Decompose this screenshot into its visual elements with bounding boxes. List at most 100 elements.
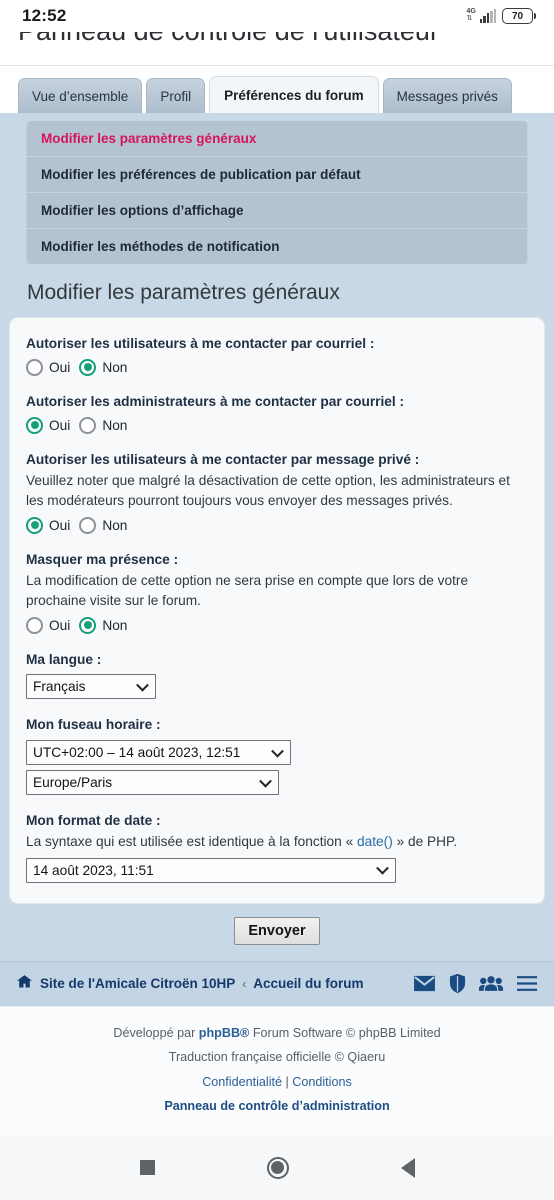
- radio-icon-non[interactable]: [79, 516, 97, 534]
- chevron-down-icon: [136, 678, 149, 692]
- hamburger-menu-icon[interactable]: [516, 975, 538, 992]
- date-desc-before: La syntaxe qui est utilisée est identiqu…: [26, 834, 357, 850]
- page-title-bar: Panneau de contrôle de l'utilisateur: [0, 32, 554, 66]
- field-label: Autoriser les utilisateurs à me contacte…: [26, 451, 420, 467]
- footer-credits: Développé par phpBB® Forum Software © ph…: [0, 1005, 554, 1135]
- android-navigation-bar: [0, 1135, 554, 1200]
- date-format-select[interactable]: 14 août 2023, 11:51: [26, 857, 396, 883]
- field-description: La modification de cette option ne sera …: [26, 572, 469, 609]
- tab-profile[interactable]: Profil: [146, 78, 206, 113]
- date-desc-after: » de PHP.: [392, 834, 458, 850]
- back-triangle-button[interactable]: [400, 1157, 415, 1178]
- radio-icon-oui[interactable]: [26, 616, 43, 634]
- radio-option-non[interactable]: Non: [79, 516, 127, 534]
- field-label: Autoriser les utilisateurs à me contacte…: [26, 336, 375, 351]
- radio-option-non[interactable]: Non: [79, 616, 128, 634]
- tab-overview[interactable]: Vue d’ensemble: [18, 78, 143, 113]
- radio-icon-non[interactable]: [79, 358, 97, 376]
- home-icon[interactable]: [16, 973, 33, 995]
- radio-option-oui[interactable]: Oui: [26, 416, 70, 434]
- submit-row: Envoyer: [0, 903, 554, 961]
- submenu-item-notification-methods[interactable]: Modifier les méthodes de notification: [27, 229, 527, 264]
- field-hide-presence: Masquer ma présence : La modification de…: [26, 550, 528, 634]
- radio-label-non: Non: [102, 359, 128, 375]
- radio-icon-non[interactable]: [79, 416, 97, 434]
- breadcrumb: Site de l'Amicale Citroën 10HP ‹ Accueil…: [16, 973, 413, 995]
- terms-link[interactable]: Conditions: [292, 1075, 352, 1089]
- footer-line-acp: Panneau de contrôle d’administration: [0, 1094, 554, 1119]
- field-label: Mon fuseau horaire :: [26, 717, 161, 733]
- signal-strength-icon: 4G ⇅: [466, 8, 496, 23]
- field-label: Ma langue :: [26, 651, 102, 667]
- privacy-link[interactable]: Confidentialité: [202, 1075, 282, 1089]
- submit-button[interactable]: Envoyer: [234, 916, 320, 945]
- field-timezone: Mon fuseau horaire : UTC+02:00 – 14 août…: [26, 715, 528, 796]
- field-description: Veuillez noter que malgré la désactivati…: [26, 472, 510, 509]
- language-select[interactable]: Français: [26, 674, 156, 700]
- network-type-label: 4G: [466, 8, 476, 15]
- footer-phpbb-brand[interactable]: phpBB®: [199, 1026, 250, 1040]
- breadcrumb-site-link[interactable]: Site de l'Amicale Citroën 10HP: [40, 976, 235, 991]
- chevron-down-icon: [271, 744, 284, 758]
- radio-label-non: Non: [102, 417, 128, 433]
- php-date-function-link[interactable]: date(): [357, 834, 393, 849]
- footer-line-phpbb: Développé par phpBB® Forum Software © ph…: [0, 1021, 554, 1046]
- submenu-item-default-posting[interactable]: Modifier les préférences de publication …: [27, 157, 527, 193]
- page-title: Panneau de contrôle de l'utilisateur: [18, 32, 439, 47]
- radio-icon-non[interactable]: [79, 616, 97, 634]
- legal-divider: |: [282, 1074, 293, 1089]
- shield-icon[interactable]: [449, 973, 466, 994]
- submenu-item-display-options[interactable]: Modifier les options d’affichage: [27, 193, 527, 229]
- breadcrumb-forum-link[interactable]: Accueil du forum: [253, 976, 363, 991]
- footer-line-legal: Confidentialité | Conditions: [0, 1070, 554, 1095]
- footer-icon-group: [413, 973, 538, 994]
- radio-option-oui[interactable]: Oui: [26, 516, 71, 534]
- section-heading: Modifier les paramètres généraux: [0, 264, 554, 317]
- radio-label-oui: Oui: [49, 517, 71, 533]
- field-allow-users-email: Autoriser les utilisateurs à me contacte…: [26, 334, 528, 376]
- timezone-zone-select[interactable]: Europe/Paris: [26, 770, 279, 796]
- field-label: Masquer ma présence :: [26, 551, 179, 567]
- radio-icon-oui[interactable]: [26, 516, 43, 534]
- tab-private-messages[interactable]: Messages privés: [382, 78, 512, 113]
- home-circle-button[interactable]: [266, 1156, 289, 1179]
- radio-icon-oui[interactable]: [26, 358, 43, 376]
- status-bar: 12:52 4G ⇅ 70: [0, 0, 554, 32]
- field-label: Autoriser les administrateurs à me conta…: [26, 393, 405, 409]
- date-format-value: 14 août 2023, 11:51: [33, 862, 154, 878]
- tab-bar: Vue d’ensemble Profil Préférences du for…: [0, 66, 554, 113]
- radio-label-oui: Oui: [49, 617, 71, 633]
- field-label: Mon format de date :: [26, 813, 161, 829]
- submenu: Modifier les paramètres généraux Modifie…: [27, 121, 527, 264]
- submenu-container: Modifier les paramètres généraux Modifie…: [0, 113, 554, 264]
- status-time: 12:52: [22, 6, 67, 25]
- field-description: La syntaxe qui est utilisée est identiqu…: [26, 832, 528, 853]
- language-select-value: Français: [33, 679, 86, 695]
- form-panel: Autoriser les utilisateurs à me contacte…: [9, 317, 545, 904]
- chevron-down-icon: [259, 774, 272, 788]
- tab-forum-preferences[interactable]: Préférences du forum: [209, 76, 379, 113]
- recents-square-button[interactable]: [139, 1160, 155, 1175]
- radio-option-non[interactable]: Non: [79, 358, 128, 376]
- phone-screen: 12:52 4G ⇅ 70 Panneau de contrôle de l'u…: [0, 0, 554, 1200]
- radio-group: Oui Non: [26, 516, 528, 534]
- radio-option-oui[interactable]: Oui: [26, 358, 70, 376]
- field-language: Ma langue : Français: [26, 650, 528, 700]
- radio-option-non[interactable]: Non: [79, 416, 128, 434]
- radio-icon-oui[interactable]: [26, 416, 43, 434]
- footer-line-translation: Traduction française officielle © Qiaeru: [168, 1050, 386, 1065]
- footer-navigation-bar: Site de l'Amicale Citroën 10HP ‹ Accueil…: [0, 960, 554, 1006]
- radio-group: Oui Non: [26, 416, 528, 434]
- admin-control-panel-link[interactable]: Panneau de contrôle d’administration: [164, 1099, 389, 1113]
- radio-option-oui[interactable]: Oui: [26, 616, 71, 634]
- timezone-offset-value: UTC+02:00 – 14 août 2023, 12:51: [33, 745, 241, 761]
- submenu-item-general-settings[interactable]: Modifier les paramètres généraux: [27, 121, 527, 157]
- battery-level-label: 70: [511, 10, 524, 22]
- chevron-down-icon: [376, 862, 389, 875]
- radio-label-non: Non: [102, 617, 128, 633]
- timezone-offset-select[interactable]: UTC+02:00 – 14 août 2023, 12:51: [26, 740, 291, 766]
- envelope-icon[interactable]: [413, 974, 436, 993]
- page-content: Vue d’ensemble Profil Préférences du for…: [0, 66, 554, 1135]
- field-date-format: Mon format de date : La syntaxe qui est …: [26, 811, 528, 883]
- users-icon[interactable]: [479, 974, 503, 993]
